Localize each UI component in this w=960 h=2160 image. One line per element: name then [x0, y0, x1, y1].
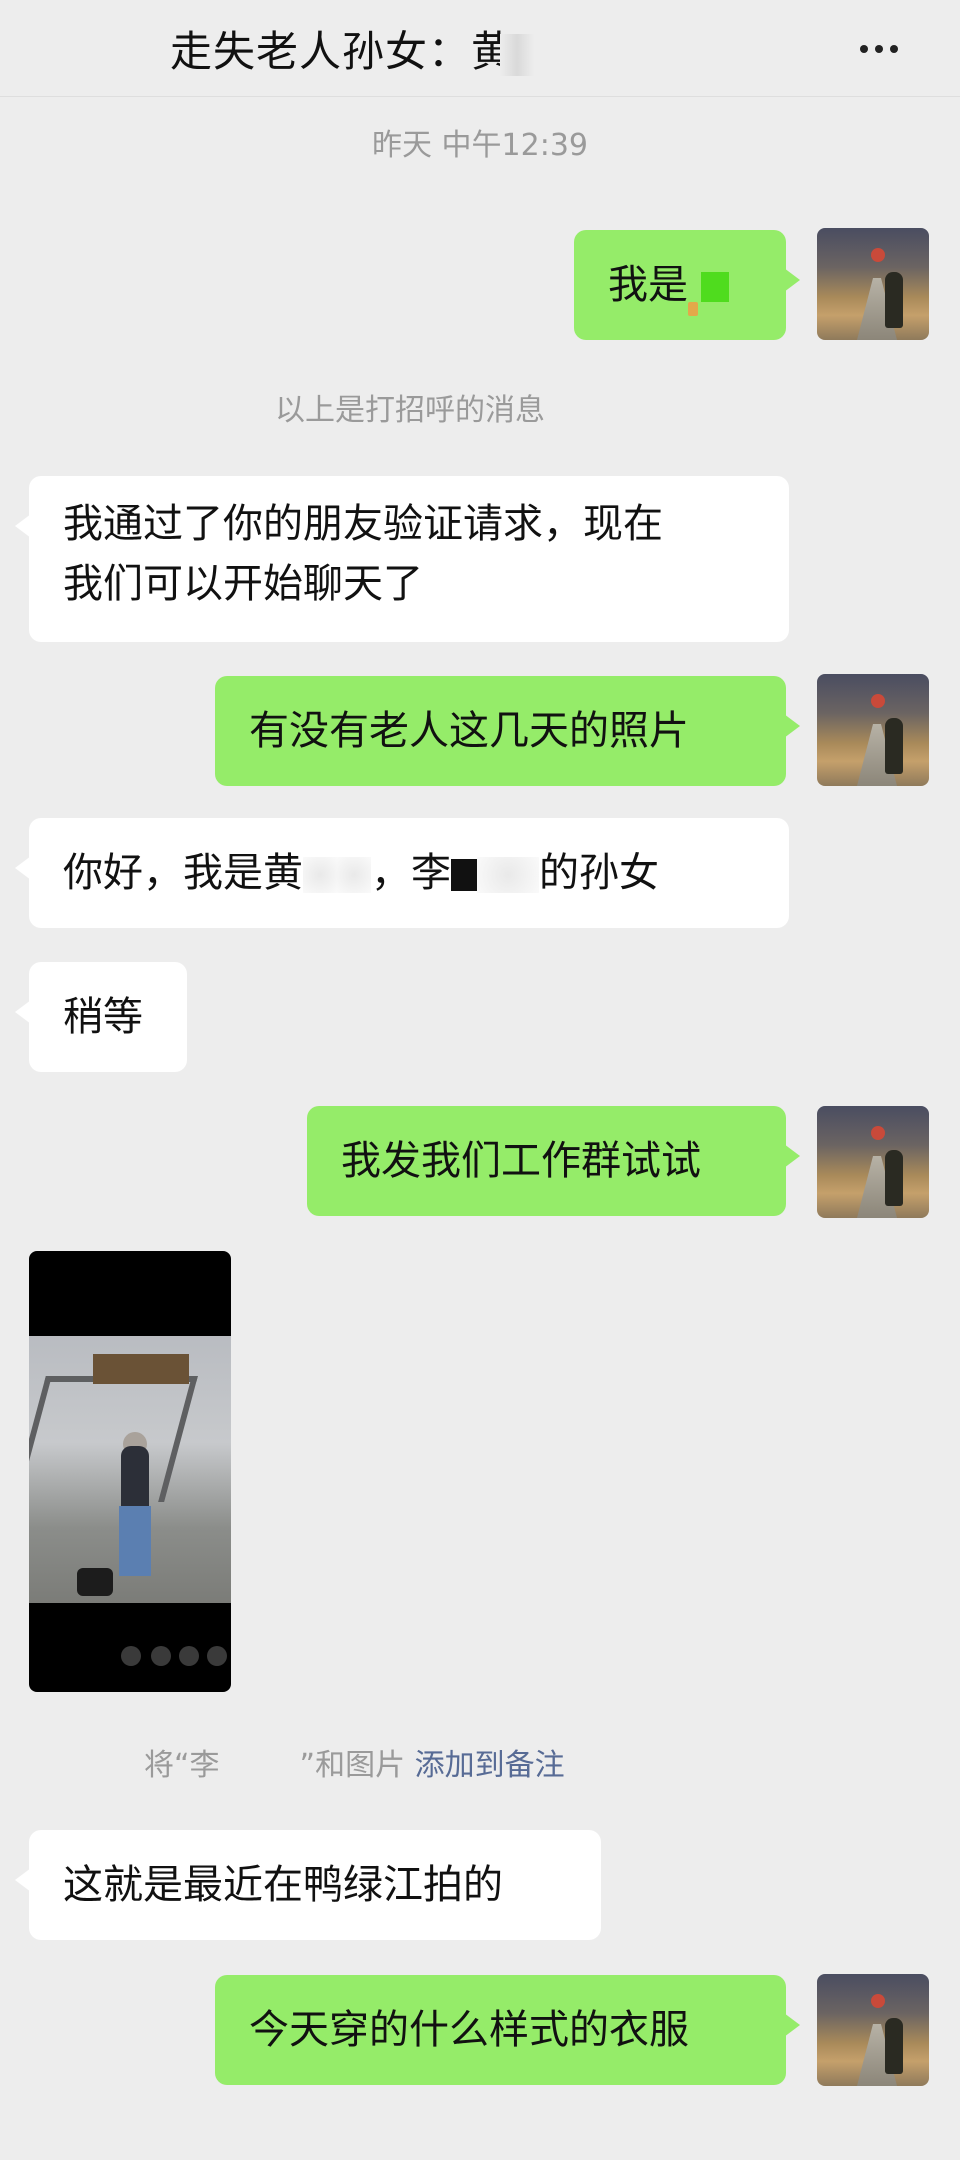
message-text: 我发我们工作群试试 — [341, 1138, 701, 1184]
remark-suffix: ”和图片 — [299, 1748, 406, 1783]
photo-image — [29, 1336, 231, 1603]
message-bubble-other[interactable]: 这就是最近在鸭绿江拍的 — [15, 1830, 601, 1940]
timestamp: 昨天 中午12:39 — [372, 128, 588, 163]
message-text: 稍等 — [63, 994, 143, 1040]
message-bubble-other[interactable]: 我通过了你的朋友验证请求，现在 我们可以开始聊天了 — [15, 476, 789, 642]
message-bubble-self[interactable]: 今天穿的什么样式的衣服 — [215, 1975, 800, 2085]
message-text: ，李 — [371, 850, 451, 896]
self-avatar[interactable] — [817, 674, 929, 786]
message-text-line: 我通过了你的朋友验证请求，现在 — [63, 501, 663, 547]
photo-message[interactable] — [29, 1251, 231, 1692]
message-bubble-self[interactable]: 我是 — [574, 230, 800, 340]
save-icon[interactable] — [151, 1646, 171, 1666]
chat-title: 走失老人孙女：黄 — [170, 18, 535, 79]
message-text: 今天穿的什么样式的衣服 — [249, 2007, 689, 2053]
message-text: 你好，我是黄 — [63, 850, 303, 896]
message-text-line: 我们可以开始聊天了 — [63, 561, 423, 607]
title-blur-mask — [500, 33, 535, 76]
message-bubble-self[interactable]: 有没有老人这几天的照片 — [215, 676, 800, 786]
self-avatar[interactable] — [817, 228, 929, 340]
more-icon[interactable] — [207, 1646, 227, 1666]
message-bubble-other[interactable]: 你好，我是黄 ，李 的孙女 — [15, 818, 789, 928]
message-text: 有没有老人这几天的照片 — [249, 708, 689, 754]
blurred-name — [477, 857, 539, 893]
more-dots-icon[interactable] — [860, 38, 910, 53]
message-text: 这就是最近在鸭绿江拍的 — [63, 1862, 503, 1908]
self-avatar[interactable] — [817, 1106, 929, 1218]
masked-name — [701, 272, 729, 302]
remark-prefix: 将“李 — [144, 1748, 220, 1783]
blacked-out-name — [451, 859, 477, 891]
blurred-name — [303, 857, 337, 893]
blurred-name — [337, 857, 371, 893]
message-bubble-self[interactable]: 我发我们工作群试试 — [307, 1106, 800, 1216]
message-text: 我是 — [608, 262, 688, 308]
add-to-remark-link[interactable]: 添加到备注 — [415, 1748, 565, 1783]
greeting-notice: 以上是打招呼的消息 — [275, 393, 545, 428]
remark-notice: 将“李 ”和图片 添加到备注 — [144, 1740, 565, 1784]
message-bubble-other[interactable]: 稍等 — [15, 962, 187, 1072]
message-text: 的孙女 — [539, 850, 659, 896]
chat-header: 走失老人孙女：黄 — [0, 0, 960, 97]
self-avatar[interactable] — [817, 1974, 929, 2086]
share-icon[interactable] — [121, 1646, 141, 1666]
chat-title-text: 走失老人孙女：黄 — [170, 27, 515, 76]
edit-icon[interactable] — [179, 1646, 199, 1666]
emoji-fragment — [688, 302, 698, 316]
